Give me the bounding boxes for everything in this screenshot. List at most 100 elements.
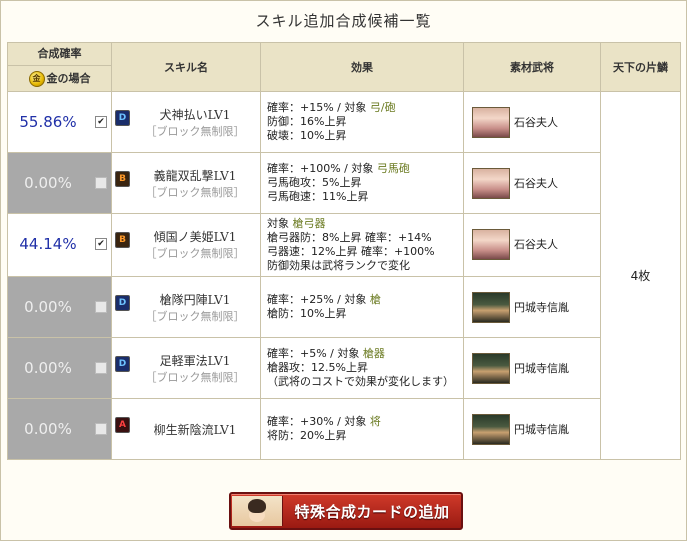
skill-block-note: ［ブロック無制限］ (145, 125, 245, 138)
material-cell: 円城寺信胤 (463, 398, 601, 460)
general-portrait-icon[interactable] (472, 353, 510, 384)
rate-value: 0.00% (24, 298, 72, 316)
effect-line: 確率：+100% / 対象 弓馬砲 (267, 162, 410, 175)
skill-name[interactable]: 柳生新陰流LV1 (132, 421, 258, 438)
rank-badge-icon: D (115, 295, 130, 311)
general-portrait-icon[interactable] (472, 292, 510, 323)
material-name: 円城寺信胤 (514, 423, 569, 436)
select-checkbox[interactable]: ✔ (95, 238, 107, 250)
select-checkbox[interactable] (95, 362, 107, 374)
select-checkbox[interactable] (95, 301, 107, 313)
rank-badge-icon: B (115, 171, 130, 187)
header-rate-label: 合成確率 (8, 43, 111, 66)
effect-cell: 確率：+5% / 対象 槍器 槍器攻：12.5%上昇 （武将のコストで効果が変化しま… (260, 337, 464, 399)
material-name: 石谷夫人 (514, 238, 558, 251)
rank-badge-icon: D (115, 356, 130, 372)
material-name: 石谷夫人 (514, 177, 558, 190)
general-portrait-icon[interactable] (472, 414, 510, 445)
rank-badge-icon: A (115, 417, 130, 433)
effect-line: 確率：+25% / 対象 槍 (267, 293, 381, 306)
effect-line: 確率：+15% / 対象 弓/砲 (267, 101, 396, 114)
skill-block-note: ［ブロック無制限］ (145, 247, 245, 260)
header-material: 素材武将 (463, 42, 601, 92)
effect-line: 将防：20%上昇 (267, 429, 347, 442)
header-effect: 効果 (260, 42, 464, 92)
rate-cell: 0.00% (7, 337, 112, 399)
material-name: 円城寺信胤 (514, 362, 569, 375)
candidate-table: 合成確率 金 金の場合 スキル名 効果 素材武将 天下の片鱗 55.86% ✔ … (7, 42, 681, 460)
skill-block-note: ［ブロック無制限］ (145, 310, 245, 323)
effect-line: 槍防：10%上昇 (267, 307, 347, 320)
general-portrait-icon[interactable] (472, 229, 510, 260)
effect-cell: 確率：+30% / 対象 将将防：20%上昇 (260, 398, 464, 460)
effect-line: 破壊：10%上昇 (267, 129, 347, 142)
page-title: スキル追加合成候補一覧 (255, 12, 432, 30)
tenka-count: 4枚 (600, 91, 681, 460)
rank-badge-icon: B (115, 232, 130, 248)
skill-name[interactable]: 義龍双乱撃LV1 (132, 167, 258, 184)
skill-cell: B 義龍双乱撃LV1 ［ブロック無制限］ (111, 152, 261, 214)
skill-name[interactable]: 槍隊円陣LV1 (132, 291, 258, 308)
gold-coin-icon: 金 (28, 70, 45, 87)
rate-cell: 55.86% ✔ (7, 91, 112, 153)
material-cell: 円城寺信胤 (463, 276, 601, 338)
effect-line: 防御：16%上昇 (267, 115, 347, 128)
add-special-card-label: 特殊合成カードの追加 (294, 502, 450, 521)
rate-value: 0.00% (24, 359, 72, 377)
general-portrait-icon[interactable] (472, 107, 510, 138)
rate-cell: 0.00% (7, 276, 112, 338)
material-cell: 円城寺信胤 (463, 337, 601, 399)
effect-line: 確率：+30% / 対象 将 (267, 415, 381, 428)
effect-line: 弓馬砲攻：5%上昇 (267, 176, 362, 189)
select-checkbox[interactable]: ✔ (95, 116, 107, 128)
effect-line: 槍器攻：12.5%上昇 (267, 361, 368, 374)
select-checkbox[interactable] (95, 423, 107, 435)
table-row: 0.00% B 義龍双乱撃LV1 ［ブロック無制限］ 確率：+100% / 対象… (7, 152, 681, 214)
material-name: 石谷夫人 (514, 116, 558, 129)
header-gold-label: 金の場合 (46, 72, 91, 85)
general-portrait-icon[interactable] (472, 168, 510, 199)
effect-cell: 対象 槍弓器 槍弓器防：8%上昇 確率：+14% 弓器速：12%上昇 確率：+100… (260, 213, 464, 277)
select-checkbox[interactable] (95, 177, 107, 189)
rate-cell: 0.00% (7, 152, 112, 214)
rate-cell: 44.14% ✔ (7, 213, 112, 277)
rate-value: 0.00% (24, 420, 72, 438)
skill-name[interactable]: 犬神払いLV1 (132, 106, 258, 123)
skill-name[interactable]: 傾国ノ美姫LV1 (132, 228, 258, 245)
add-special-card-button[interactable]: 特殊合成カードの追加 (229, 492, 463, 530)
rank-badge-icon: D (115, 110, 130, 126)
effect-cell: 確率：+25% / 対象 槍槍防：10%上昇 (260, 276, 464, 338)
effect-cell: 確率：+15% / 対象 弓/砲 防御：16%上昇 破壊：10%上昇 (260, 91, 464, 153)
effect-line: 弓馬砲速：11%上昇 (267, 190, 369, 203)
character-face-icon (232, 496, 283, 526)
effect-line: 弓器速：12%上昇 確率：+100% (267, 245, 435, 258)
effect-line: （武将のコストで効果が変化します） (267, 375, 454, 388)
skill-cell: B 傾国ノ美姫LV1 ［ブロック無制限］ (111, 213, 261, 277)
rate-cell: 0.00% (7, 398, 112, 460)
skill-cell: A 柳生新陰流LV1 (111, 398, 261, 460)
material-name: 円城寺信胤 (514, 301, 569, 314)
header-skill: スキル名 (111, 42, 261, 92)
skill-name[interactable]: 足軽軍法LV1 (132, 352, 258, 369)
header-tenka: 天下の片鱗 (600, 42, 681, 92)
material-cell: 石谷夫人 (463, 152, 601, 214)
effect-line: 槍弓器防：8%上昇 確率：+14% (267, 231, 432, 244)
effect-line: 防御効果は武将ランクで変化 (267, 259, 410, 272)
skill-cell: D 足軽軍法LV1 ［ブロック無制限］ (111, 337, 261, 399)
table-row: 55.86% ✔ D 犬神払いLV1 ［ブロック無制限］ 確率：+15% / 対… (7, 91, 681, 460)
table-row: 0.00% A 柳生新陰流LV1 確率：+30% / 対象 将将防：20%上昇 … (7, 398, 681, 460)
skill-block-note: ［ブロック無制限］ (145, 186, 245, 199)
table-row: 0.00% D 足軽軍法LV1 ［ブロック無制限］ 確率：+5% / 対象 槍器… (7, 337, 681, 399)
header-rate: 合成確率 金 金の場合 (7, 42, 112, 92)
effect-line: 対象 槍弓器 (267, 217, 326, 230)
material-cell: 石谷夫人 (463, 213, 601, 277)
effect-line: 確率：+5% / 対象 槍器 (267, 347, 385, 360)
rate-value: 0.00% (24, 174, 72, 192)
rate-value: 44.14% (19, 235, 77, 253)
skill-block-note: ［ブロック無制限］ (145, 371, 245, 384)
effect-cell: 確率：+100% / 対象 弓馬砲 弓馬砲攻：5%上昇 弓馬砲速：11%上昇 (260, 152, 464, 214)
skill-cell: D 犬神払いLV1 ［ブロック無制限］ (111, 91, 261, 153)
table-row: 0.00% D 槍隊円陣LV1 ［ブロック無制限］ 確率：+25% / 対象 槍… (7, 276, 681, 338)
material-cell: 石谷夫人 (463, 91, 601, 153)
rate-value: 55.86% (19, 113, 77, 131)
